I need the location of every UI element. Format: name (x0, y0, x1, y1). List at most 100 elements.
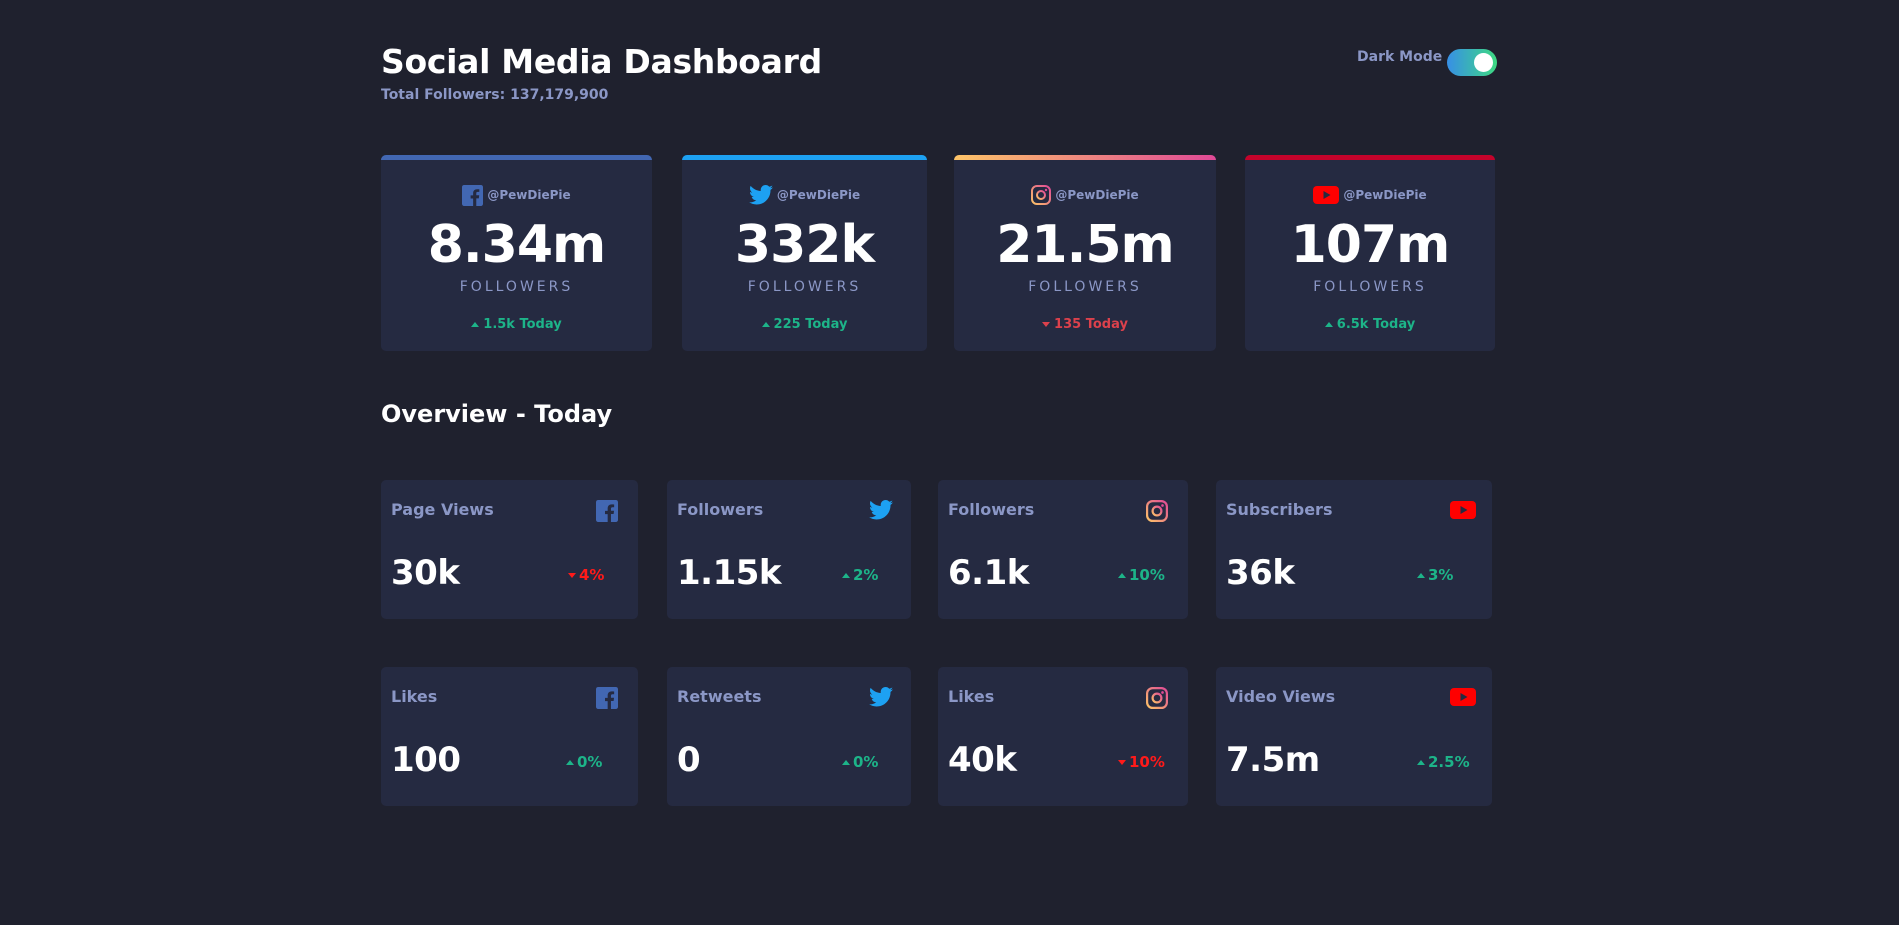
overview-card-label: Subscribers (1226, 500, 1333, 519)
up-arrow-icon (842, 572, 850, 578)
overview-card-facebook-likes[interactable]: Likes 100 0% (381, 667, 638, 806)
up-arrow-icon (842, 759, 850, 765)
overview-card-label: Likes (391, 687, 438, 706)
total-followers: Total Followers: 137,179,900 (381, 87, 609, 103)
instagram-followers-card[interactable]: @PewDiePie 21.5m FOLLOWERS 135 Today (954, 155, 1216, 351)
card-accent-bar (954, 155, 1216, 160)
dark-mode-label: Dark Mode (1357, 49, 1443, 65)
instagram-icon (1146, 500, 1168, 522)
card-handle: @PewDiePie (682, 183, 927, 207)
overview-card-value: 36k (1226, 553, 1295, 593)
up-arrow-icon (1417, 759, 1425, 765)
overview-card-page-views[interactable]: Page Views 30k 4% (381, 480, 638, 619)
card-accent-bar (1245, 155, 1495, 160)
youtube-icon (1450, 500, 1476, 522)
overview-card-label: Followers (948, 500, 1035, 519)
up-arrow-icon (1324, 322, 1333, 327)
twitter-icon (869, 500, 893, 522)
overview-title: Overview - Today (381, 400, 613, 428)
handle-text: @PewDiePie (1055, 188, 1139, 202)
overview-change-text: 3% (1428, 566, 1454, 584)
overview-card-instagram-likes[interactable]: Likes 40k 10% (938, 667, 1188, 806)
card-handle: @PewDiePie (381, 183, 652, 207)
overview-card-value: 7.5m (1226, 740, 1320, 780)
facebook-icon (596, 500, 618, 522)
handle-text: @PewDiePie (776, 188, 861, 202)
overview-card-label: Page Views (391, 500, 494, 519)
follower-unit: FOLLOWERS (1313, 279, 1427, 295)
overview-change-text: 0% (577, 753, 603, 771)
overview-card-label: Followers (677, 500, 764, 519)
follower-unit: FOLLOWERS (459, 279, 574, 295)
follower-change: 6.5k Today (1245, 317, 1495, 332)
card-accent-bar (682, 155, 927, 160)
overview-card-change: 10% (1118, 566, 1165, 584)
overview-card-retweets[interactable]: Retweets 0 0% (667, 667, 911, 806)
overview-card-value: 30k (391, 553, 460, 593)
follower-count: 21.5m (996, 215, 1174, 275)
header: Social Media Dashboard Total Followers: … (381, 40, 1497, 110)
overview-card-twitter-followers[interactable]: Followers 1.15k 2% (667, 480, 911, 619)
follower-change-text: 6.5k Today (1336, 317, 1416, 332)
overview-change-text: 10% (1129, 753, 1165, 771)
youtube-icon (1450, 687, 1476, 709)
instagram-icon (1146, 687, 1168, 709)
facebook-followers-card[interactable]: @PewDiePie 8.34m FOLLOWERS 1.5k Today (381, 155, 652, 351)
follower-change: 1.5k Today (381, 317, 652, 332)
follower-unit: FOLLOWERS (1028, 279, 1142, 295)
toggle-knob (1474, 53, 1493, 72)
overview-card-change: 0% (842, 753, 878, 771)
overview-change-text: 2% (853, 566, 879, 584)
instagram-icon (1031, 185, 1052, 205)
overview-card-label: Retweets (677, 687, 762, 706)
up-arrow-icon (566, 759, 574, 765)
overview-card-value: 40k (948, 740, 1017, 780)
follower-change-text: 135 Today (1054, 317, 1128, 332)
overview-card-change: 0% (566, 753, 602, 771)
follower-change-text: 225 Today (773, 317, 848, 332)
overview-card-change: 3% (1417, 566, 1453, 584)
overview-change-text: 4% (579, 566, 605, 584)
handle-text: @PewDiePie (487, 188, 571, 202)
follower-count: 332k (734, 215, 875, 275)
down-arrow-icon (1118, 759, 1126, 765)
youtube-followers-card[interactable]: @PewDiePie 107m FOLLOWERS 6.5k Today (1245, 155, 1495, 351)
youtube-icon (1313, 185, 1340, 205)
down-arrow-icon (1042, 322, 1051, 327)
overview-card-value: 100 (391, 740, 461, 780)
overview-card-label: Video Views (1226, 687, 1336, 706)
follower-change: 225 Today (682, 317, 927, 332)
overview-card-value: 0 (677, 740, 701, 780)
overview-card-video-views[interactable]: Video Views 7.5m 2.5% (1216, 667, 1492, 806)
follower-count: 8.34m (427, 215, 606, 275)
up-arrow-icon (1417, 572, 1425, 578)
follower-change: 135 Today (954, 317, 1216, 332)
overview-card-value: 6.1k (948, 553, 1029, 593)
overview-card-change: 2% (842, 566, 878, 584)
facebook-icon (462, 184, 484, 206)
overview-card-instagram-followers[interactable]: Followers 6.1k 10% (938, 480, 1188, 619)
twitter-icon (869, 687, 893, 709)
follower-count: 107m (1290, 215, 1451, 275)
card-handle: @PewDiePie (1245, 183, 1495, 207)
page-title: Social Media Dashboard (381, 42, 822, 81)
overview-card-change: 4% (568, 566, 604, 584)
down-arrow-icon (568, 572, 576, 578)
twitter-icon (748, 185, 773, 205)
overview-change-text: 2.5% (1428, 753, 1470, 771)
facebook-icon (596, 687, 618, 709)
overview-card-subscribers[interactable]: Subscribers 36k 3% (1216, 480, 1492, 619)
dark-mode-toggle[interactable] (1447, 49, 1497, 76)
overview-card-change: 10% (1118, 753, 1165, 771)
up-arrow-icon (761, 322, 770, 327)
card-handle: @PewDiePie (954, 183, 1216, 207)
overview-card-value: 1.15k (677, 553, 782, 593)
overview-change-text: 10% (1129, 566, 1165, 584)
card-accent-bar (381, 155, 652, 160)
follower-change-text: 1.5k Today (483, 317, 562, 332)
up-arrow-icon (471, 322, 480, 327)
twitter-followers-card[interactable]: @PewDiePie 332k FOLLOWERS 225 Today (682, 155, 927, 351)
up-arrow-icon (1118, 572, 1126, 578)
follower-unit: FOLLOWERS (747, 279, 862, 295)
overview-card-change: 2.5% (1417, 753, 1470, 771)
